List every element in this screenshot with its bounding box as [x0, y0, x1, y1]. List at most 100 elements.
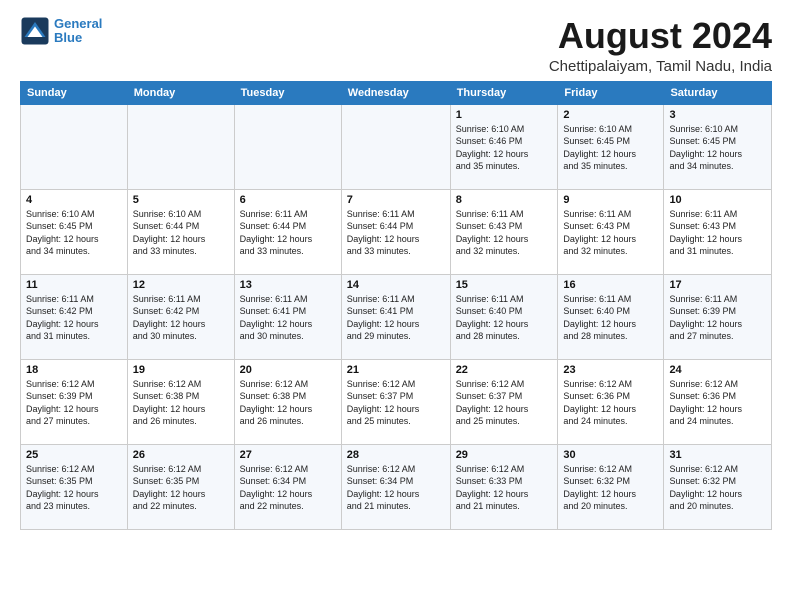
day-info: Sunrise: 6:10 AM Sunset: 6:45 PM Dayligh… — [669, 123, 766, 173]
calendar-cell: 10Sunrise: 6:11 AM Sunset: 6:43 PM Dayli… — [664, 189, 772, 274]
calendar-cell — [127, 104, 234, 189]
week-row-4: 18Sunrise: 6:12 AM Sunset: 6:39 PM Dayli… — [21, 359, 772, 444]
calendar-cell: 8 Sunrise: 6:11 AM Sunset: 6:43 PM Daylig… — [450, 189, 558, 274]
day-number: 8 — [456, 194, 553, 206]
calendar-cell: 23 Sunrise: 6:12 AM Sunset: 6:36 PM Dayli… — [558, 359, 664, 444]
calendar-cell — [341, 104, 450, 189]
day-number: 27 — [240, 449, 336, 461]
calendar-cell: 29 Sunrise: 6:12 AM Sunset: 6:33 PM Dayli… — [450, 444, 558, 529]
day-info: Sunrise: 6:12 AM Sunset: 6:39 PM Dayligh… — [26, 378, 122, 428]
day-info: Sunrise: 6:12 AM Sunset: 6:35 PM Dayligh… — [26, 463, 122, 513]
day-info: Sunrise: 6:11 AM Sunset: 6:41 PM Dayligh… — [347, 293, 445, 343]
calendar-cell: 1 Sunrise: 6:10 AM Sunset: 6:46 PM Daylig… — [450, 104, 558, 189]
day-info: Sunrise: 6:11 AM Sunset: 6:43 PM Dayligh… — [456, 208, 553, 258]
calendar-cell: 16 Sunrise: 6:11 AM Sunset: 6:40 PM Dayli… — [558, 274, 664, 359]
day-number: 22 — [456, 364, 553, 376]
weekday-header-tuesday: Tuesday — [234, 81, 341, 104]
day-number: 13 — [240, 279, 336, 291]
day-info: Sunrise: 6:12 AM Sunset: 6:34 PM Dayligh… — [347, 463, 445, 513]
day-info: Sunrise: 6:12 AM Sunset: 6:38 PM Dayligh… — [133, 378, 229, 428]
calendar-cell: 20 Sunrise: 6:12 AM Sunset: 6:38 PM Dayli… — [234, 359, 341, 444]
day-number: 3 — [669, 109, 766, 121]
day-number: 1 — [456, 109, 553, 121]
calendar: SundayMondayTuesdayWednesdayThursdayFrid… — [20, 81, 772, 530]
day-info: Sunrise: 6:10 AM Sunset: 6:45 PM Dayligh… — [563, 123, 658, 173]
logo-line1: General — [54, 16, 102, 31]
weekday-header-saturday: Saturday — [664, 81, 772, 104]
day-info: Sunrise: 6:12 AM Sunset: 6:36 PM Dayligh… — [669, 378, 766, 428]
calendar-cell: 31 Sunrise: 6:12 AM Sunset: 6:32 PM Dayli… — [664, 444, 772, 529]
day-number: 21 — [347, 364, 445, 376]
weekday-header-row: SundayMondayTuesdayWednesdayThursdayFrid… — [21, 81, 772, 104]
weekday-header-wednesday: Wednesday — [341, 81, 450, 104]
calendar-cell: 11 Sunrise: 6:11 AM Sunset: 6:42 PM Dayli… — [21, 274, 128, 359]
day-info: Sunrise: 6:12 AM Sunset: 6:36 PM Dayligh… — [563, 378, 658, 428]
day-info: Sunrise: 6:11 AM Sunset: 6:39 PM Dayligh… — [669, 293, 766, 343]
day-info: Sunrise: 6:12 AM Sunset: 6:33 PM Dayligh… — [456, 463, 553, 513]
day-number: 24 — [669, 364, 766, 376]
calendar-cell: 15 Sunrise: 6:11 AM Sunset: 6:40 PM Dayli… — [450, 274, 558, 359]
calendar-cell: 4Sunrise: 6:10 AM Sunset: 6:45 PM Daylig… — [21, 189, 128, 274]
calendar-cell — [234, 104, 341, 189]
day-info: Sunrise: 6:11 AM Sunset: 6:40 PM Dayligh… — [456, 293, 553, 343]
day-info: Sunrise: 6:11 AM Sunset: 6:43 PM Dayligh… — [563, 208, 658, 258]
day-info: Sunrise: 6:12 AM Sunset: 6:35 PM Dayligh… — [133, 463, 229, 513]
day-number: 20 — [240, 364, 336, 376]
calendar-cell: 5 Sunrise: 6:10 AM Sunset: 6:44 PM Daylig… — [127, 189, 234, 274]
day-info: Sunrise: 6:12 AM Sunset: 6:32 PM Dayligh… — [563, 463, 658, 513]
weekday-header-thursday: Thursday — [450, 81, 558, 104]
calendar-cell: 14 Sunrise: 6:11 AM Sunset: 6:41 PM Dayli… — [341, 274, 450, 359]
day-number: 12 — [133, 279, 229, 291]
calendar-cell: 12 Sunrise: 6:11 AM Sunset: 6:42 PM Dayli… — [127, 274, 234, 359]
week-row-5: 25 Sunrise: 6:12 AM Sunset: 6:35 PM Dayli… — [21, 444, 772, 529]
header: General Blue August 2024 Chettipalaiyam,… — [20, 16, 772, 75]
day-number: 14 — [347, 279, 445, 291]
subtitle: Chettipalaiyam, Tamil Nadu, India — [549, 58, 772, 75]
day-number: 29 — [456, 449, 553, 461]
calendar-cell: 27 Sunrise: 6:12 AM Sunset: 6:34 PM Dayli… — [234, 444, 341, 529]
calendar-cell: 22 Sunrise: 6:12 AM Sunset: 6:37 PM Dayli… — [450, 359, 558, 444]
page: General Blue August 2024 Chettipalaiyam,… — [0, 0, 792, 542]
day-number: 11 — [26, 279, 122, 291]
day-number: 2 — [563, 109, 658, 121]
day-info: Sunrise: 6:10 AM Sunset: 6:46 PM Dayligh… — [456, 123, 553, 173]
day-number: 31 — [669, 449, 766, 461]
day-info: Sunrise: 6:12 AM Sunset: 6:34 PM Dayligh… — [240, 463, 336, 513]
week-row-2: 4Sunrise: 6:10 AM Sunset: 6:45 PM Daylig… — [21, 189, 772, 274]
day-info: Sunrise: 6:10 AM Sunset: 6:45 PM Dayligh… — [26, 208, 122, 258]
calendar-cell: 17Sunrise: 6:11 AM Sunset: 6:39 PM Dayli… — [664, 274, 772, 359]
calendar-cell — [21, 104, 128, 189]
calendar-cell: 9 Sunrise: 6:11 AM Sunset: 6:43 PM Daylig… — [558, 189, 664, 274]
calendar-cell: 7Sunrise: 6:11 AM Sunset: 6:44 PM Daylig… — [341, 189, 450, 274]
calendar-cell: 26 Sunrise: 6:12 AM Sunset: 6:35 PM Dayli… — [127, 444, 234, 529]
day-number: 23 — [563, 364, 658, 376]
calendar-cell: 2 Sunrise: 6:10 AM Sunset: 6:45 PM Daylig… — [558, 104, 664, 189]
calendar-cell: 28Sunrise: 6:12 AM Sunset: 6:34 PM Dayli… — [341, 444, 450, 529]
day-number: 26 — [133, 449, 229, 461]
logo: General Blue — [20, 16, 102, 46]
day-info: Sunrise: 6:10 AM Sunset: 6:44 PM Dayligh… — [133, 208, 229, 258]
week-row-1: 1 Sunrise: 6:10 AM Sunset: 6:46 PM Daylig… — [21, 104, 772, 189]
calendar-cell: 3 Sunrise: 6:10 AM Sunset: 6:45 PM Daylig… — [664, 104, 772, 189]
day-info: Sunrise: 6:12 AM Sunset: 6:37 PM Dayligh… — [456, 378, 553, 428]
calendar-cell: 13Sunrise: 6:11 AM Sunset: 6:41 PM Dayli… — [234, 274, 341, 359]
day-info: Sunrise: 6:11 AM Sunset: 6:42 PM Dayligh… — [26, 293, 122, 343]
day-info: Sunrise: 6:12 AM Sunset: 6:38 PM Dayligh… — [240, 378, 336, 428]
day-info: Sunrise: 6:12 AM Sunset: 6:32 PM Dayligh… — [669, 463, 766, 513]
weekday-header-monday: Monday — [127, 81, 234, 104]
calendar-cell: 30 Sunrise: 6:12 AM Sunset: 6:32 PM Dayli… — [558, 444, 664, 529]
day-number: 9 — [563, 194, 658, 206]
day-number: 6 — [240, 194, 336, 206]
calendar-cell: 21 Sunrise: 6:12 AM Sunset: 6:37 PM Dayli… — [341, 359, 450, 444]
day-number: 16 — [563, 279, 658, 291]
day-info: Sunrise: 6:11 AM Sunset: 6:40 PM Dayligh… — [563, 293, 658, 343]
day-info: Sunrise: 6:11 AM Sunset: 6:42 PM Dayligh… — [133, 293, 229, 343]
day-number: 10 — [669, 194, 766, 206]
week-row-3: 11 Sunrise: 6:11 AM Sunset: 6:42 PM Dayli… — [21, 274, 772, 359]
weekday-header-friday: Friday — [558, 81, 664, 104]
day-number: 30 — [563, 449, 658, 461]
day-info: Sunrise: 6:12 AM Sunset: 6:37 PM Dayligh… — [347, 378, 445, 428]
day-number: 5 — [133, 194, 229, 206]
day-number: 15 — [456, 279, 553, 291]
day-number: 25 — [26, 449, 122, 461]
